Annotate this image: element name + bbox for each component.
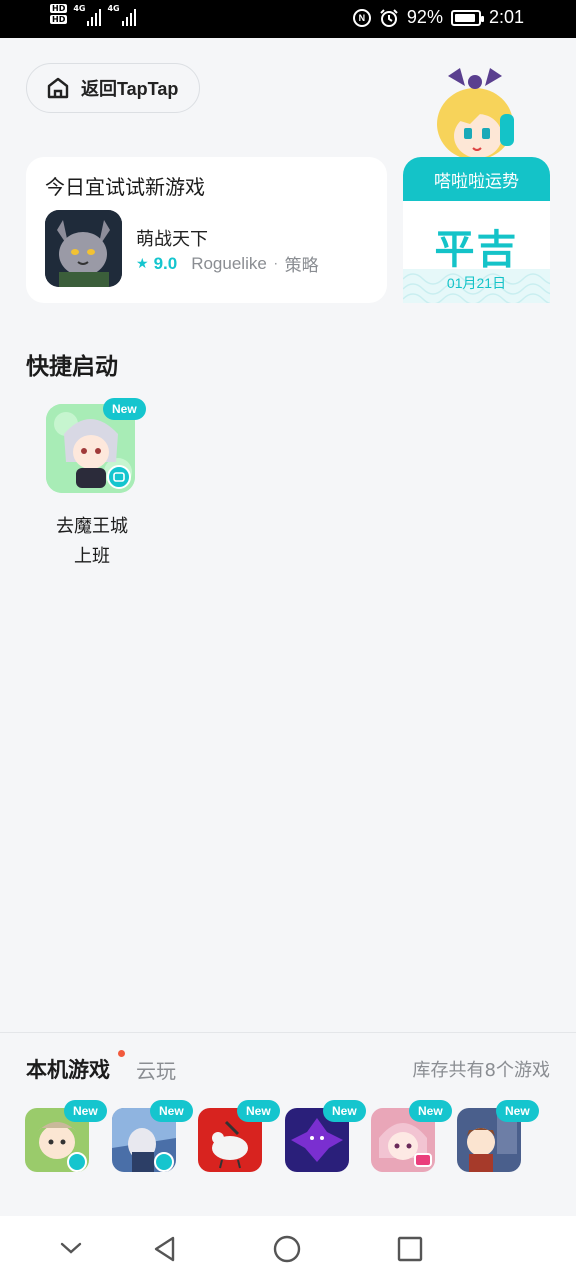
library-game-row: New New New New New New xyxy=(0,1100,576,1180)
new-badge: New xyxy=(323,1100,366,1122)
today-title: 今日宜试试新游戏 xyxy=(45,175,205,199)
tab-local-games[interactable]: 本机游戏 xyxy=(26,1054,110,1084)
battery-icon xyxy=(450,9,484,26)
new-badge: New xyxy=(496,1100,539,1122)
game-tag: Roguelike xyxy=(191,253,267,273)
hd-indicator: HD HD xyxy=(50,4,68,24)
cat-warrior-icon xyxy=(45,210,122,287)
alarm-icon xyxy=(380,8,398,27)
back-to-taptap-button[interactable]: 返回TapTap xyxy=(26,63,200,113)
fortune-value: 平吉 xyxy=(434,226,519,273)
clock: 2:01 xyxy=(488,7,524,27)
game-tag: 策略 xyxy=(284,256,319,275)
new-badge: New xyxy=(237,1100,280,1122)
star-icon: ★ xyxy=(136,255,149,272)
new-badge: New xyxy=(64,1100,107,1122)
fortune-header: 嗒啦啦运势 xyxy=(403,157,550,201)
recents-square-icon[interactable] xyxy=(395,1234,425,1264)
fortune-card[interactable]: 嗒啦啦运势 平吉 01月21日 xyxy=(403,157,550,303)
notification-dot xyxy=(118,1050,125,1057)
taptap-badge-icon xyxy=(107,465,131,489)
divider xyxy=(0,1032,576,1033)
game-name: 萌战天下 xyxy=(136,229,208,250)
new-badge: New xyxy=(409,1100,452,1122)
nfc-icon: N xyxy=(352,8,371,27)
tab-cloud-play[interactable]: 云玩 xyxy=(136,1055,176,1084)
signal-group: HD HD 4G 4G xyxy=(50,4,136,26)
mascot-image xyxy=(437,68,514,160)
battery-percent: 92% xyxy=(406,7,443,27)
game-meta: ★ 9.0 Roguelike · 策略 xyxy=(136,251,319,276)
quick-launch-item[interactable]: New 去魔王城 上班 xyxy=(46,398,146,567)
back-triangle-icon[interactable] xyxy=(150,1234,180,1264)
back-label: 返回TapTap xyxy=(81,79,179,99)
fortune-date: 01月21日 xyxy=(446,275,507,291)
signal-icon-2: 4G xyxy=(107,4,136,26)
today-recommend-card[interactable]: 今日宜试试新游戏 萌战天下 ★ 9.0 Roguelike · 策略 xyxy=(26,157,387,303)
tag-separator: · xyxy=(273,256,278,271)
quick-launch-title: 快捷启动 xyxy=(26,354,118,380)
home-circle-icon[interactable] xyxy=(272,1234,302,1264)
game-rating: 9.0 xyxy=(153,253,178,273)
home-icon xyxy=(47,77,69,99)
new-badge: New xyxy=(103,398,146,420)
system-nav-bar xyxy=(0,1216,576,1280)
quick-launch-label: 去魔王城 上班 xyxy=(56,516,128,567)
library-count[interactable]: 库存共有8个游戏 xyxy=(413,1056,550,1082)
new-badge: New xyxy=(150,1100,193,1122)
game-icon[interactable] xyxy=(45,210,122,287)
chevron-down-icon[interactable] xyxy=(58,1238,84,1258)
signal-icon: 4G xyxy=(73,4,102,26)
status-bar: HD HD 4G 4G N 92% 2:01 xyxy=(0,0,576,38)
